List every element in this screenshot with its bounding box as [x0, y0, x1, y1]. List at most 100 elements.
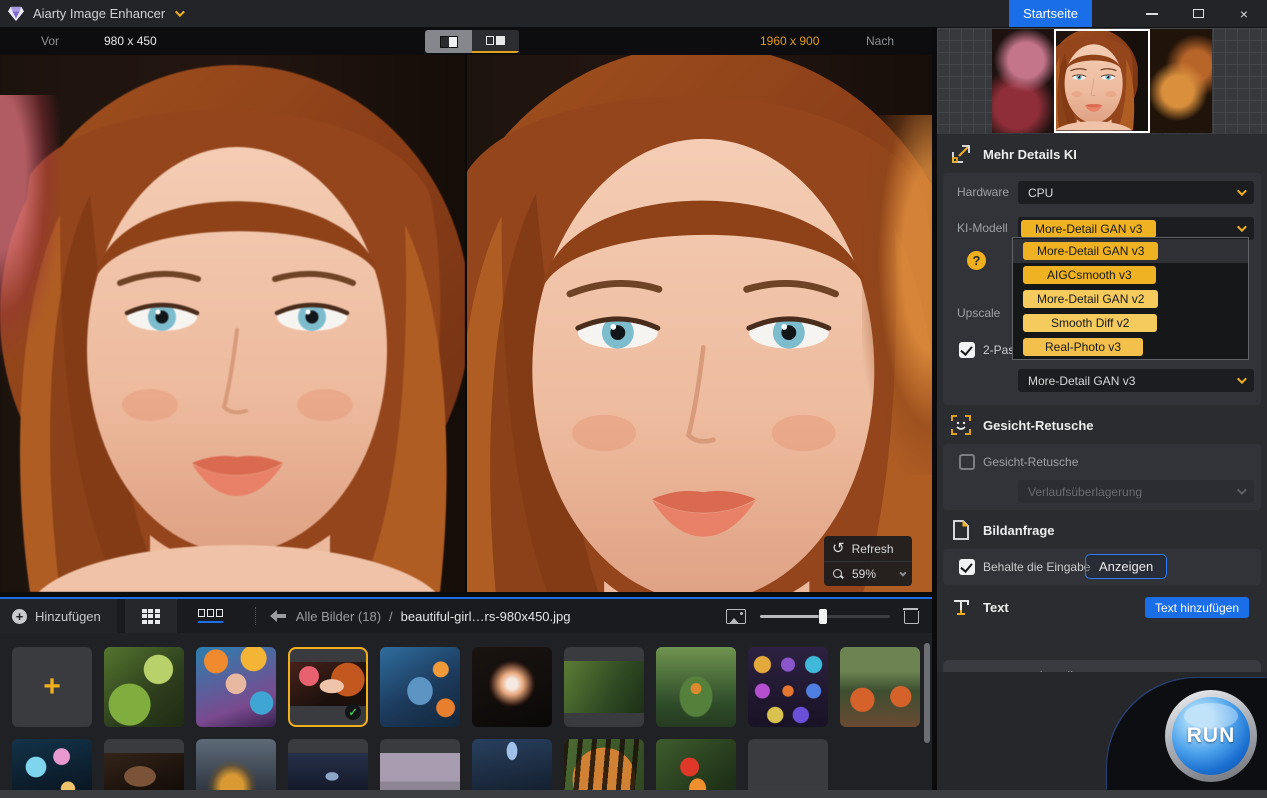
thumbnail-gallery: + ✓ — [0, 633, 932, 798]
side-by-side-icon — [486, 36, 505, 45]
thumbnail-flower-crown-woman[interactable] — [196, 647, 276, 727]
app-logo-icon — [7, 6, 25, 22]
face-retouch-checkbox[interactable] — [959, 454, 975, 470]
upscale-label: Upscale — [957, 306, 1000, 320]
magnifier-icon — [832, 568, 845, 581]
after-image[interactable]: ↺ Refresh 59% — [467, 55, 932, 592]
thumbnail-size-icon — [726, 609, 746, 624]
more-details-title: Mehr Details KI — [983, 147, 1077, 162]
before-image[interactable] — [0, 55, 465, 592]
thumbnail-anime-girl-frog[interactable] — [104, 647, 184, 727]
more-details-icon — [951, 144, 971, 164]
delete-icon[interactable] — [904, 608, 918, 624]
app-menu-chevron-icon[interactable] — [175, 7, 185, 17]
help-icon[interactable]: ? — [967, 251, 986, 270]
add-label: Hinzufügen — [35, 609, 101, 624]
model-option-2[interactable]: AIGCsmooth v3 — [1013, 263, 1248, 287]
hardware-label: Hardware — [957, 185, 1009, 199]
slider-handle[interactable] — [819, 609, 827, 624]
zoom-level-control[interactable]: 59% — [824, 561, 912, 586]
keep-input-checkbox[interactable] — [959, 559, 975, 575]
face-retouch-header: Gesicht-Retusche — [937, 405, 1267, 444]
thumbnail-orange-chairs-room[interactable] — [840, 647, 920, 727]
run-button[interactable]: RUN — [1165, 690, 1257, 782]
compare-bar: Vor 980 x 450 1960 x 900 Nach — [0, 27, 932, 55]
hardware-select[interactable]: CPU — [1018, 181, 1254, 204]
back-arrow-icon[interactable] — [270, 610, 286, 622]
model-dropdown-list: More-Detail GAN v3 AIGCsmooth v3 More-De… — [1012, 237, 1249, 360]
model-option-3[interactable]: More-Detail GAN v2 — [1013, 287, 1248, 311]
show-prompt-button[interactable]: Anzeigen — [1085, 554, 1167, 579]
toolbar-divider — [255, 607, 256, 625]
grid-view-button[interactable] — [125, 599, 177, 633]
settings-panel: Mehr Details KI Hardware CPU KI-Modell M… — [937, 28, 1267, 798]
thumbnail-terrarium-jar[interactable] — [656, 647, 736, 727]
refresh-button[interactable]: ↺ Refresh — [824, 536, 912, 561]
maximize-button[interactable] — [1175, 0, 1221, 27]
window-controls: × — [1129, 0, 1267, 27]
thumbnail-size-slider[interactable] — [760, 615, 890, 618]
add-images-button[interactable]: + Hinzufügen — [0, 599, 117, 633]
face-retouch-row: Gesicht-Retusche — [959, 454, 1078, 470]
after-label: Nach — [866, 34, 894, 48]
add-image-tile[interactable]: + — [12, 647, 92, 727]
more-details-header: Mehr Details KI — [937, 134, 1267, 173]
two-pass-checkbox[interactable] — [959, 342, 975, 358]
app-title: Aiarty Image Enhancer — [33, 6, 165, 21]
face-retouch-mode-value: Verlaufsüberlagerung — [1028, 485, 1142, 499]
breadcrumb-all-images[interactable]: Alle Bilder (18) — [296, 609, 381, 624]
close-button[interactable]: × — [1221, 0, 1267, 27]
plus-icon: + — [43, 672, 61, 702]
second-model-select[interactable]: More-Detail GAN v3 — [1018, 369, 1254, 392]
thumbnail-redhead-portrait-selected[interactable]: ✓ — [288, 647, 368, 727]
hardware-value: CPU — [1028, 186, 1053, 200]
home-button[interactable]: Startseite — [1009, 0, 1092, 27]
chevron-down-icon — [1237, 374, 1247, 384]
model-option-5[interactable]: Real-Photo v3 — [1013, 335, 1248, 359]
zoom-chevron-icon — [899, 569, 906, 576]
gallery-scrollbar[interactable] — [924, 643, 930, 743]
app-window: Aiarty Image Enhancer Startseite × Vor 9… — [0, 0, 1267, 798]
chevron-down-icon — [1237, 485, 1247, 495]
view-mode-toggle — [425, 30, 519, 53]
add-text-button[interactable]: Text hinzufügen — [1145, 597, 1249, 618]
navigator-viewport[interactable] — [1054, 29, 1150, 133]
model-label: KI-Modell — [957, 221, 1008, 235]
model-option-4[interactable]: Smooth Diff v2 — [1013, 311, 1248, 335]
model-value-pill: More-Detail GAN v3 — [1021, 220, 1156, 238]
face-retouch-icon — [951, 415, 971, 435]
filmstrip-view-icon — [198, 609, 223, 623]
minimize-icon — [1146, 13, 1158, 15]
thumbnail-blue-perfume[interactable] — [380, 647, 460, 727]
face-retouch-group: Gesicht-Retusche Verlaufsüberlagerung — [943, 444, 1261, 510]
text-title: Text — [983, 600, 1009, 615]
image-navigator[interactable] — [937, 28, 1267, 134]
chevron-down-icon — [1237, 186, 1247, 196]
chevron-down-icon — [1237, 222, 1247, 232]
model-option-1[interactable]: More-Detail GAN v3 — [1013, 239, 1248, 263]
thumbnail-game-badges[interactable] — [748, 647, 828, 727]
minimize-button[interactable] — [1129, 0, 1175, 27]
thumbnail-jungle-river[interactable] — [564, 647, 644, 727]
grid-view-icon — [142, 609, 160, 624]
title-bar: Aiarty Image Enhancer Startseite × — [0, 0, 1267, 27]
after-size: 1960 x 900 — [760, 34, 819, 48]
prompt-header: Bildanfrage — [937, 510, 1267, 549]
breadcrumb: Alle Bilder (18) / beautiful-girl…rs-980… — [296, 609, 571, 624]
window-bottom-strip — [0, 790, 1267, 798]
prompt-group: Behalte die Eingabe Anzeigen — [943, 549, 1261, 585]
navigator-right-region — [1150, 29, 1212, 133]
thumbnail-crystal-flower[interactable] — [472, 647, 552, 727]
viewer-zoom-overlay: ↺ Refresh 59% — [824, 536, 912, 586]
keep-input-label: Behalte die Eingabe — [983, 560, 1090, 574]
run-button-face: RUN — [1172, 697, 1250, 775]
thumbnail-row-1: + ✓ — [12, 647, 920, 727]
split-view-button[interactable] — [425, 30, 472, 53]
prompt-icon — [951, 520, 971, 540]
gallery-toolbar: + Hinzufügen Alle Bilder (18) / beautifu… — [0, 597, 932, 633]
side-by-side-button[interactable] — [472, 30, 519, 53]
processed-check-icon: ✓ — [345, 704, 361, 720]
filmstrip-view-button[interactable] — [185, 599, 237, 633]
face-retouch-mode-select[interactable]: Verlaufsüberlagerung — [1018, 480, 1254, 503]
gallery-toolbar-right — [726, 608, 932, 624]
